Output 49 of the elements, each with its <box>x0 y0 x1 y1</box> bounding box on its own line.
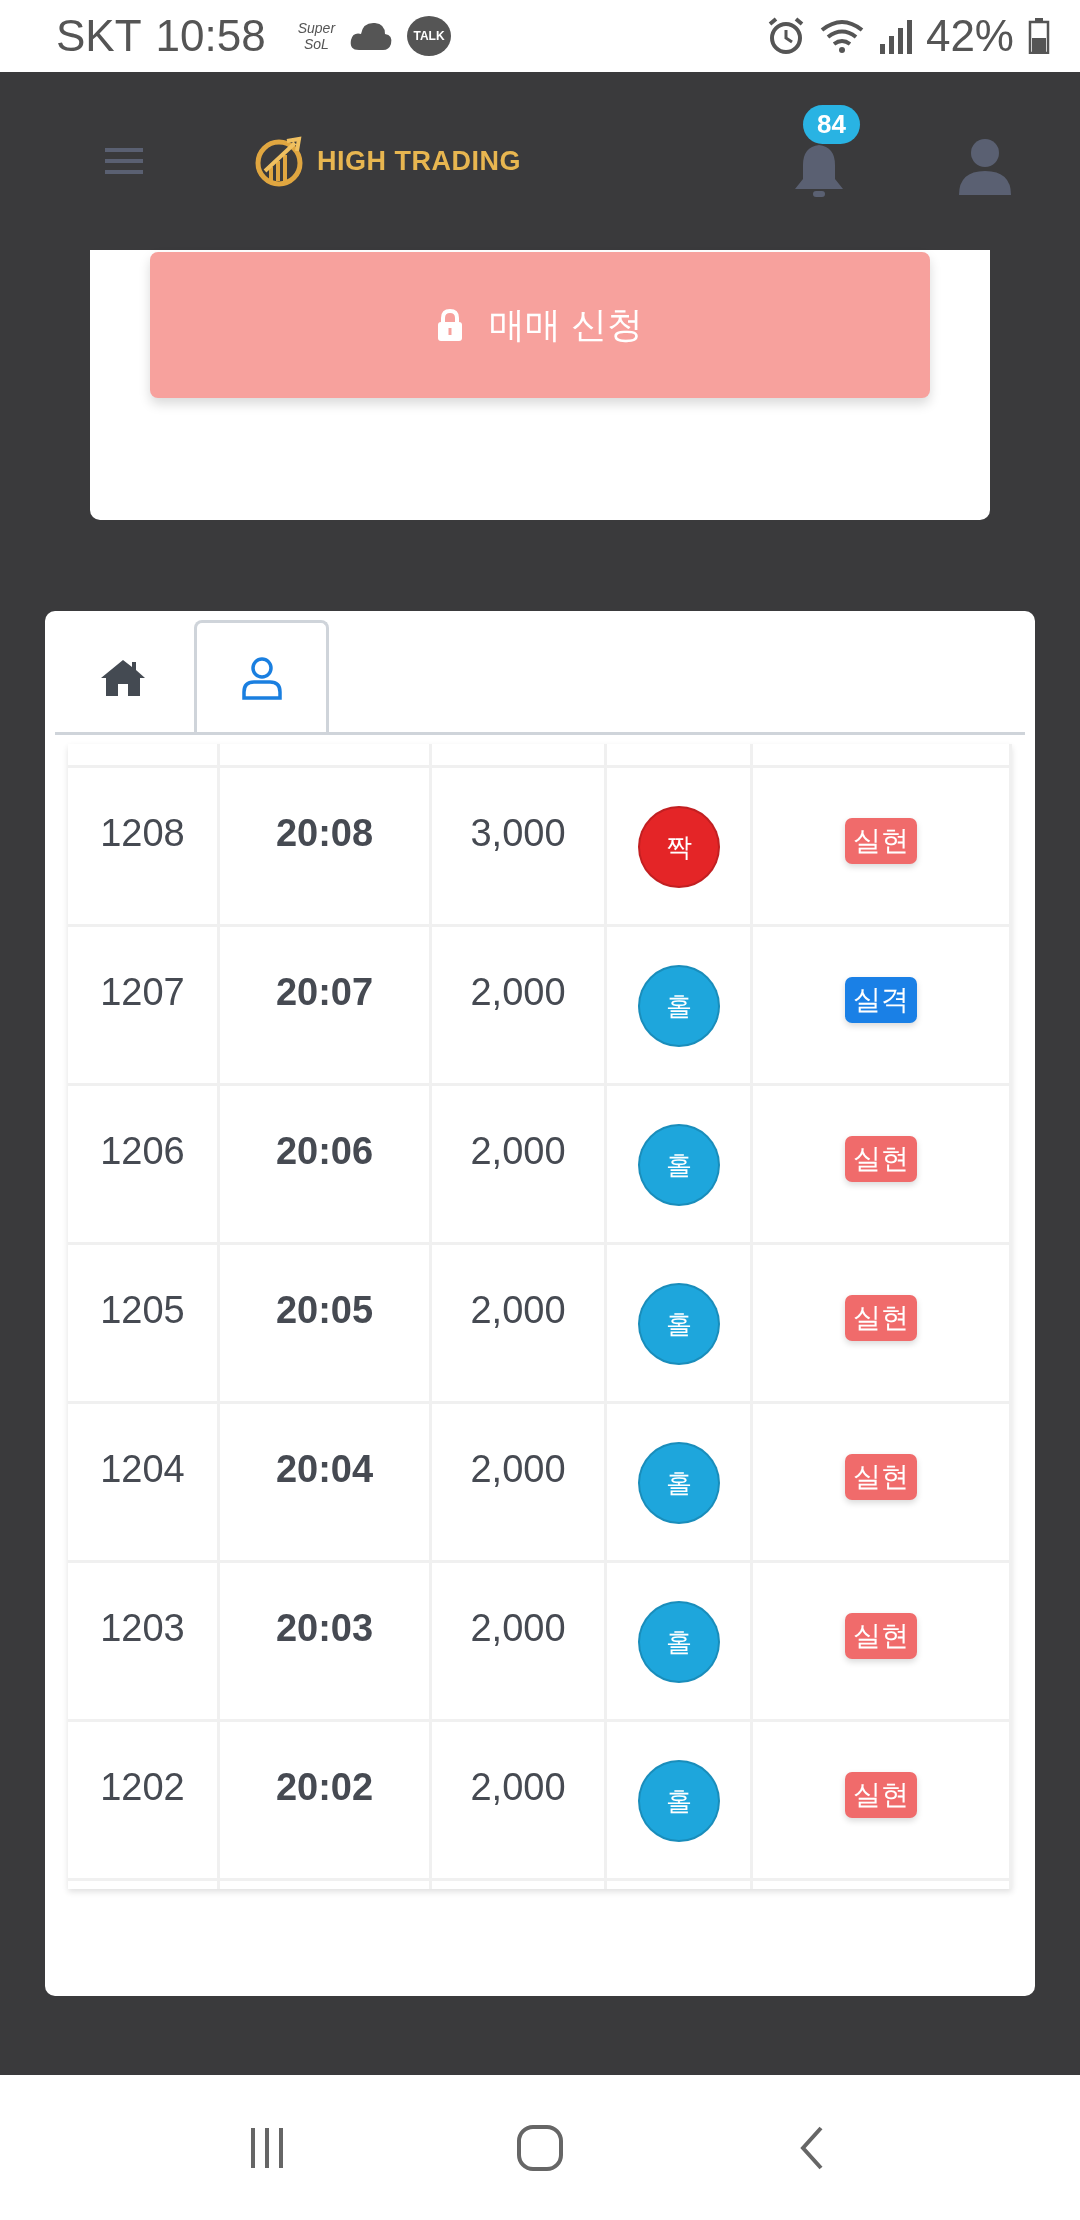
time-cell: 20:03 <box>220 1563 432 1722</box>
result-ball: 짝 <box>637 806 720 888</box>
amount-cell: 2,000 <box>432 1245 607 1404</box>
status-badge: 실현 <box>845 1136 917 1182</box>
round-cell: 1203 <box>68 1563 220 1722</box>
status-badge: 실격 <box>845 977 917 1023</box>
round-cell: 1207 <box>68 927 220 1086</box>
logo-text: HIGH TRADING <box>317 145 521 177</box>
round-cell: 1202 <box>68 1722 220 1881</box>
round-cell: 1205 <box>68 1245 220 1404</box>
amount-cell: 2,000 <box>432 1722 607 1881</box>
time-cell: 20:07 <box>220 927 432 1086</box>
order-button[interactable]: 매매 신청 <box>150 252 930 398</box>
time-cell: 20:02 <box>220 1722 432 1881</box>
status-badge: 실현 <box>845 1613 917 1659</box>
result-ball: 홀 <box>637 1601 720 1683</box>
amount-cell: 2,000 <box>432 1563 607 1722</box>
result-ball: 홀 <box>637 1442 720 1524</box>
status-badge: 실현 <box>845 1295 917 1341</box>
signal-icon <box>877 18 912 54</box>
tab[interactable] <box>194 620 329 732</box>
amount-cell: 2,000 <box>432 1404 607 1563</box>
battery-icon <box>1028 18 1050 54</box>
round-cell: 1204 <box>68 1404 220 1563</box>
result-ball: 홀 <box>637 1760 720 1842</box>
carrier: SKT <box>56 11 142 61</box>
clock: 10:58 <box>155 11 266 61</box>
lock-icon <box>437 309 463 341</box>
chat-notification-icon: TALK <box>407 16 452 56</box>
wifi-icon <box>819 18 864 54</box>
status-badge: 실현 <box>845 1772 917 1818</box>
time-cell: 20:04 <box>220 1404 432 1563</box>
round-cell: 1208 <box>68 768 220 927</box>
status-badge: 실현 <box>845 818 917 864</box>
result-ball: 홀 <box>637 965 720 1047</box>
battery-level: 42% <box>925 11 1014 61</box>
result-ball: 홀 <box>637 1283 720 1365</box>
amount-cell: 2,000 <box>432 1086 607 1245</box>
time-cell: 20:08 <box>220 768 432 927</box>
time-cell: 20:05 <box>220 1245 432 1404</box>
app-notification-icon: Super SoL <box>297 20 336 52</box>
cloud-icon <box>349 20 394 52</box>
round-cell: 1206 <box>68 1086 220 1245</box>
amount-cell: 2,000 <box>432 927 607 1086</box>
result-ball: 홀 <box>637 1124 720 1206</box>
amount-cell: 3,000 <box>432 768 607 927</box>
status-badge: 실현 <box>845 1454 917 1500</box>
time-cell: 20:06 <box>220 1086 432 1245</box>
notification-badge: 84 <box>803 105 860 144</box>
